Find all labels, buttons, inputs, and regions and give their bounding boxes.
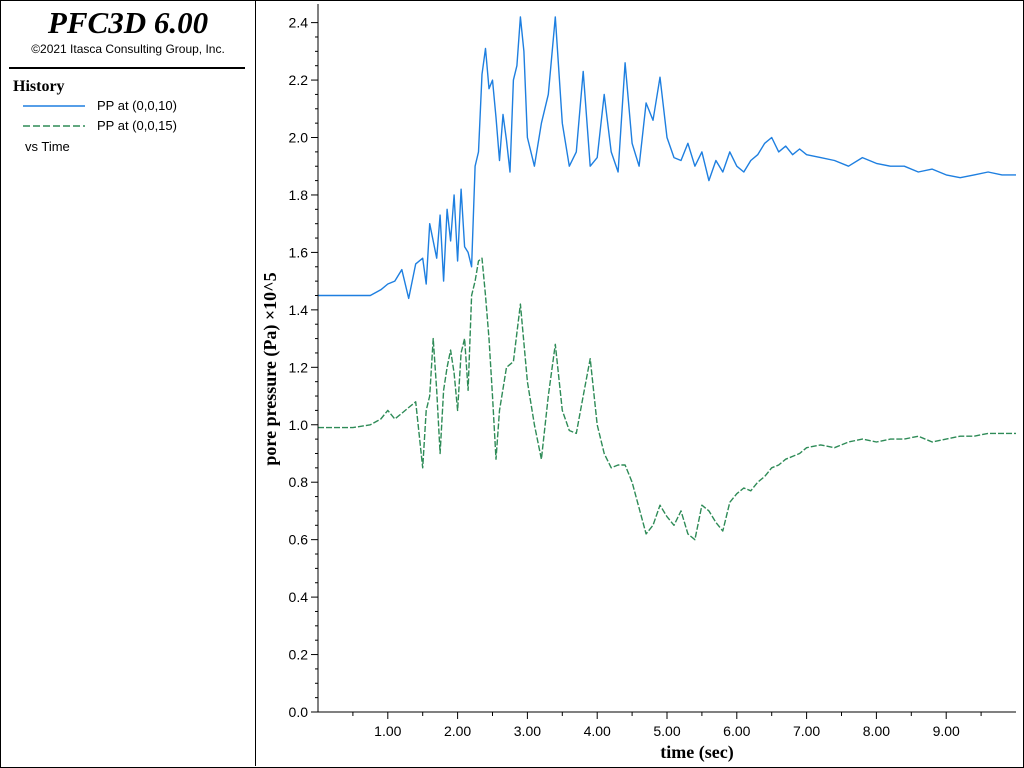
y-tick-label: 0.6 <box>289 532 309 548</box>
legend-swatch-solid <box>23 105 85 107</box>
y-tick-label: 1.0 <box>289 417 309 433</box>
x-tick-label: 2.00 <box>444 723 471 739</box>
legend-swatch-dashed <box>23 125 85 127</box>
y-tick-label: 0.4 <box>289 589 309 605</box>
y-tick-label: 1.4 <box>289 302 309 318</box>
history-chart: 0.00.20.40.60.81.01.21.41.61.82.02.22.4 … <box>260 4 1016 763</box>
x-tick-label: 7.00 <box>793 723 820 739</box>
x-tick-label: 5.00 <box>653 723 680 739</box>
y-axis-title: pore pressure (Pa) ×10^5 <box>260 272 281 465</box>
y-axis-ticks: 0.0 0.2 0.4 0.6 0.8 1.0 1.2 1.4 1.6 1.8 2.0 2.2 2.4 <box>289 15 318 720</box>
x-tick-label: 1.00 <box>374 723 401 739</box>
series-layer <box>318 16 1016 541</box>
legend-heading: History <box>13 78 65 95</box>
x-tick-label: 4.00 <box>584 723 611 739</box>
x-tick-label: 8.00 <box>863 723 890 739</box>
legend-separator <box>9 67 245 69</box>
x-tick-label: 9.00 <box>933 723 960 739</box>
y-tick-label: 1.6 <box>289 244 309 260</box>
y-tick-label: 2.0 <box>289 130 309 146</box>
legend-item-label: PP at (0,0,15) <box>97 118 177 133</box>
y-tick-label: 1.8 <box>289 187 309 203</box>
app-title: PFC3D 6.00 <box>47 5 209 40</box>
x-axis-ticks: 1.00 2.00 3.00 4.00 5.00 6.00 7.00 8.00 9.00 <box>352 712 982 739</box>
y-tick-label: 2.2 <box>289 72 309 88</box>
legend-vs-label: vs Time <box>25 139 70 154</box>
y-tick-label: 2.4 <box>289 15 309 31</box>
y-tick-label: 1.2 <box>289 359 309 375</box>
y-tick-label: 0.0 <box>289 704 309 720</box>
series-line-1 <box>318 257 1016 541</box>
copyright-text: ©2021 Itasca Consulting Group, Inc. <box>31 42 225 56</box>
legend-panel: PFC3D 6.00 ©2021 Itasca Consulting Group… <box>1 1 256 766</box>
x-axis-title: time (sec) <box>660 742 733 763</box>
legend-item-label: PP at (0,0,10) <box>97 98 177 113</box>
x-tick-label: 3.00 <box>514 723 541 739</box>
y-tick-label: 0.8 <box>289 474 309 490</box>
series-line-0 <box>318 16 1016 300</box>
y-tick-label: 0.2 <box>289 647 309 663</box>
x-tick-label: 6.00 <box>723 723 750 739</box>
